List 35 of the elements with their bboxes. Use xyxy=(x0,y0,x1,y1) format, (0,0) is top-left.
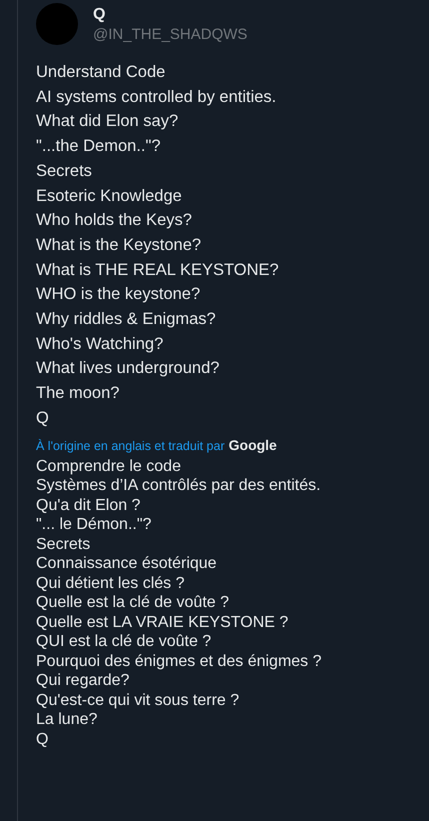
translated-line: "... le Démon.."? xyxy=(36,515,152,535)
translated-line: Comprendre le code xyxy=(36,456,182,476)
author-name: Q xyxy=(93,5,106,25)
translated-line: Qui détient les clés ? xyxy=(36,574,186,594)
tweet-line: "...the Demon.."? xyxy=(36,136,162,158)
tweet-line: AI systems controlled by entities. xyxy=(36,86,278,108)
tweet-line: Q xyxy=(36,408,50,429)
translated-line: Q xyxy=(36,730,50,750)
tweet-line: What lives underground? xyxy=(36,358,220,380)
translated-line: Systèmes d’IA contrôlés par des entités. xyxy=(36,476,322,496)
tweet-line: Understand Code xyxy=(36,62,166,83)
tweet-line: What is THE REAL KEYSTONE? xyxy=(36,260,280,281)
tweet-line: What is the Keystone? xyxy=(36,234,202,256)
translation-provider: Google xyxy=(228,436,277,453)
translated-line: Connaissance ésotérique xyxy=(36,554,218,574)
tweet-line: What did Elon say? xyxy=(36,111,180,132)
translated-line: Pourquoi des énigmes et des énigmes ? xyxy=(36,652,323,672)
tweet-line: Who holds the Keys? xyxy=(36,210,193,232)
author-handle: @IN_THE_SHADQWS xyxy=(93,25,248,45)
tweet-line: Who's Watching? xyxy=(36,334,164,355)
tweet-line: Why riddles & Enigmas? xyxy=(36,309,217,330)
translated-line: QUI est la clé de voûte ? xyxy=(36,632,212,652)
tweet-line: Secrets xyxy=(36,160,93,182)
translated-line: Qu'est-ce qui vit sous terre ? xyxy=(36,690,240,710)
translated-line: Qui regarde? xyxy=(36,671,130,691)
tweet-line: Esoteric Knowledge xyxy=(36,186,183,207)
tweet-line: The moon? xyxy=(36,383,120,404)
translated-line: Qu'a dit Elon ? xyxy=(36,496,142,516)
translated-line: Quelle est LA VRAIE KEYSTONE ? xyxy=(36,612,290,632)
translation-note[interactable]: À l'origine en anglais et traduit par xyxy=(36,438,225,453)
avatar[interactable] xyxy=(36,3,78,45)
tweet-line: WHO is the keystone? xyxy=(36,284,202,306)
translated-line: La lune? xyxy=(36,710,98,730)
translated-line: Quelle est la clé de voûte ? xyxy=(36,593,230,613)
translated-line: Secrets xyxy=(36,534,92,554)
